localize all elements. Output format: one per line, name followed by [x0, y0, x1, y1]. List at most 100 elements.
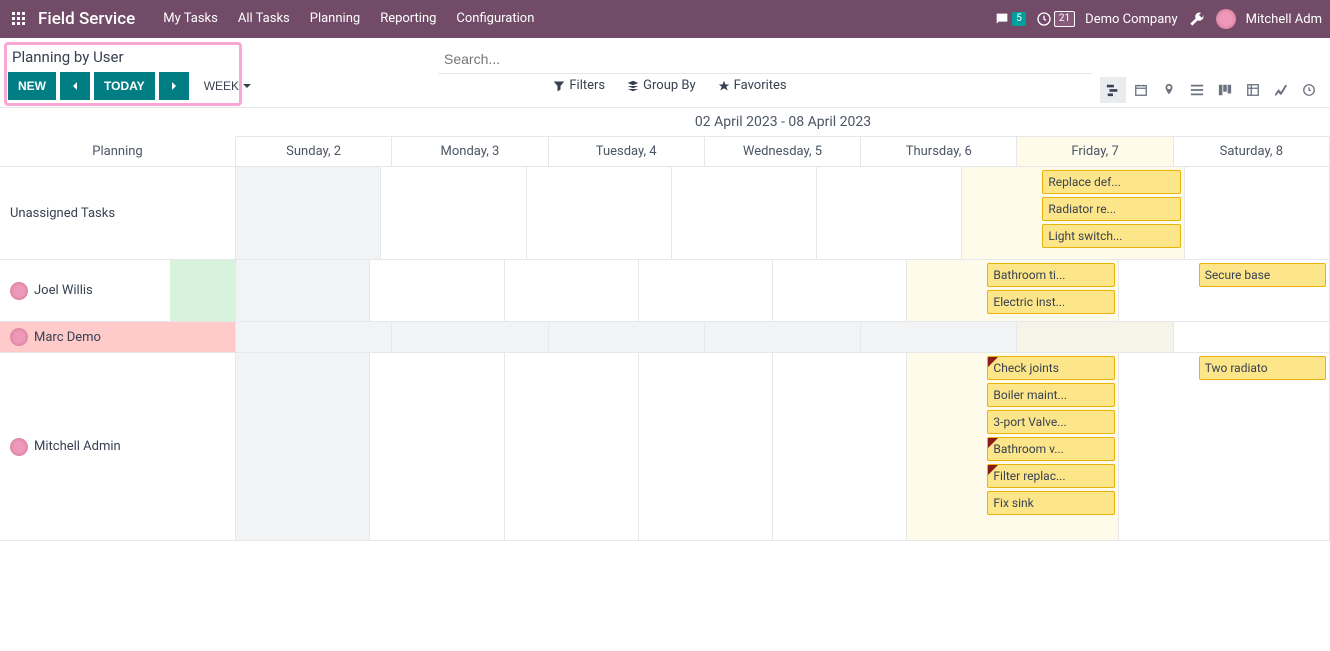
cell[interactable]	[639, 353, 773, 540]
task-pill[interactable]: Filter replac...	[987, 464, 1114, 488]
cell[interactable]	[370, 353, 504, 540]
view-gantt[interactable]	[1100, 77, 1126, 103]
company-selector[interactable]: Demo Company	[1085, 12, 1177, 27]
day-header-friday: Friday, 7	[1017, 137, 1173, 166]
nav-configuration[interactable]: Configuration	[446, 0, 544, 38]
scale-selector[interactable]: WEEK	[193, 72, 262, 100]
groupby-button[interactable]: Group By	[627, 78, 696, 93]
cell[interactable]	[392, 322, 548, 352]
avatar-icon	[10, 438, 28, 456]
cell[interactable]	[1174, 322, 1330, 352]
row-marc: Marc Demo	[0, 322, 1330, 353]
view-kanban[interactable]	[1212, 77, 1238, 103]
task-pill[interactable]: Boiler maint...	[987, 383, 1114, 407]
cell[interactable]	[639, 260, 773, 321]
cell[interactable]	[1185, 167, 1330, 259]
cell[interactable]	[861, 322, 1017, 352]
task-pill[interactable]: Bathroom ti...	[987, 263, 1114, 287]
nav-planning[interactable]: Planning	[300, 0, 370, 38]
view-graph[interactable]	[1268, 77, 1294, 103]
today-button[interactable]: TODAY	[94, 72, 155, 100]
nav-reporting[interactable]: Reporting	[370, 0, 446, 38]
cell[interactable]	[817, 167, 962, 259]
filters-button[interactable]: Filters	[553, 78, 605, 93]
messages-button[interactable]: 5	[994, 11, 1026, 27]
view-calendar[interactable]	[1128, 77, 1154, 103]
user-name[interactable]: Mitchell Adm	[1246, 12, 1322, 27]
search-input[interactable]	[438, 44, 1092, 74]
cell[interactable]	[773, 353, 907, 540]
row-label-unassigned[interactable]: Unassigned Tasks	[0, 167, 236, 259]
row-label-text: Marc Demo	[34, 330, 101, 345]
task-pill[interactable]: Bathroom v...	[987, 437, 1114, 461]
grid-header: Planning Sunday, 2 Monday, 3 Tuesday, 4 …	[0, 137, 1330, 167]
cell[interactable]	[236, 322, 392, 352]
cell[interactable]	[773, 260, 907, 321]
day-header-sunday: Sunday, 2	[236, 137, 392, 166]
favorites-label: Favorites	[734, 78, 787, 93]
new-button[interactable]: NEW	[8, 72, 56, 100]
cell[interactable]	[549, 322, 705, 352]
cell[interactable]	[505, 353, 639, 540]
prev-button[interactable]	[60, 72, 90, 100]
control-bar: Planning by User NEW TODAY WEEK Filters …	[0, 38, 1330, 108]
filters-label: Filters	[569, 78, 605, 93]
cell-saturday[interactable]: Two radiato	[1119, 353, 1330, 540]
row-mitchell: Mitchell Admin Check joints Boiler maint…	[0, 353, 1330, 541]
task-pill[interactable]: Radiator re...	[1042, 197, 1180, 221]
task-pill[interactable]: Two radiato	[1199, 356, 1326, 380]
debug-icon[interactable]	[1188, 10, 1206, 28]
chevron-right-icon	[169, 81, 179, 91]
cell-friday[interactable]: Bathroom ti... Electric inst...	[907, 260, 1118, 321]
user-avatar[interactable]	[1216, 9, 1236, 29]
task-pill[interactable]: Check joints	[987, 356, 1114, 380]
day-header-thursday: Thursday, 6	[861, 137, 1017, 166]
task-pill[interactable]: Electric inst...	[987, 290, 1114, 314]
cell-friday[interactable]: Replace def... Radiator re... Light swit…	[962, 167, 1184, 259]
cell[interactable]	[236, 353, 370, 540]
view-list[interactable]	[1184, 77, 1210, 103]
activities-button[interactable]: 21	[1036, 11, 1075, 27]
activities-count: 21	[1054, 11, 1075, 27]
nav-my-tasks[interactable]: My Tasks	[153, 0, 228, 38]
chevron-left-icon	[70, 81, 80, 91]
row-label-text: Mitchell Admin	[34, 439, 121, 454]
day-header-wednesday: Wednesday, 5	[705, 137, 861, 166]
task-pill[interactable]: Replace def...	[1042, 170, 1180, 194]
brand-title[interactable]: Field Service	[38, 9, 135, 29]
day-header-monday: Monday, 3	[392, 137, 548, 166]
cell[interactable]	[705, 322, 861, 352]
nav-all-tasks[interactable]: All Tasks	[228, 0, 300, 38]
avatar-icon	[10, 282, 28, 300]
avatar-icon	[10, 328, 28, 346]
cell[interactable]	[236, 260, 370, 321]
row-unassigned: Unassigned Tasks Replace def... Radiator…	[0, 167, 1330, 260]
cell-saturday[interactable]: Secure base	[1119, 260, 1330, 321]
view-map[interactable]	[1156, 77, 1182, 103]
task-pill[interactable]: Light switch...	[1042, 224, 1180, 248]
cell[interactable]	[381, 167, 526, 259]
row-label-joel[interactable]: Joel Willis	[0, 260, 236, 321]
favorites-button[interactable]: Favorites	[718, 78, 787, 93]
task-pill[interactable]: 3-port Valve...	[987, 410, 1114, 434]
next-button[interactable]	[159, 72, 189, 100]
star-icon	[718, 80, 730, 92]
planning-column-header: Planning	[0, 137, 236, 166]
day-header-saturday: Saturday, 8	[1174, 137, 1330, 166]
task-pill[interactable]: Fix sink	[987, 491, 1114, 515]
task-pill[interactable]: Secure base	[1199, 263, 1326, 287]
cell[interactable]	[505, 260, 639, 321]
funnel-icon	[553, 80, 565, 92]
apps-icon[interactable]	[8, 8, 30, 30]
cell[interactable]	[236, 167, 381, 259]
view-activity[interactable]	[1296, 77, 1322, 103]
row-label-mitchell[interactable]: Mitchell Admin	[0, 353, 236, 540]
row-label-marc[interactable]: Marc Demo	[0, 322, 236, 352]
cell[interactable]	[527, 167, 672, 259]
groupby-label: Group By	[643, 78, 696, 93]
view-pivot[interactable]	[1240, 77, 1266, 103]
cell-friday[interactable]: Check joints Boiler maint... 3-port Valv…	[907, 353, 1118, 540]
cell[interactable]	[370, 260, 504, 321]
cell[interactable]	[672, 167, 817, 259]
cell-friday[interactable]	[1017, 322, 1173, 352]
